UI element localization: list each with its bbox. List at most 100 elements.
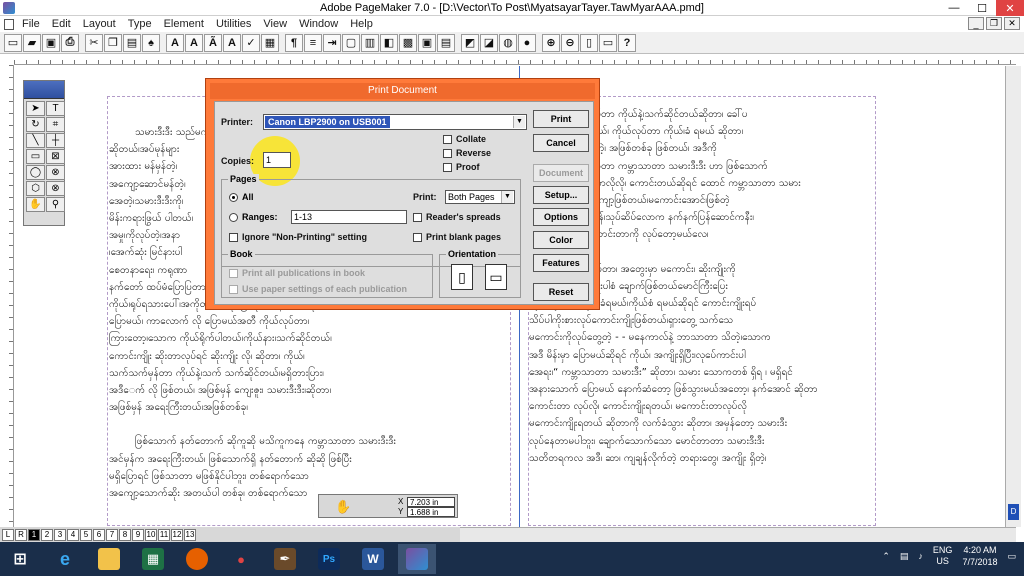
minimize-button[interactable]: — (940, 0, 968, 16)
chevron-down-icon[interactable]: ▼ (513, 116, 525, 128)
doc-close-button[interactable]: ✕ (1004, 17, 1020, 30)
cancel-button[interactable]: Cancel (533, 134, 589, 152)
start-button[interactable]: ⊞ (0, 544, 40, 574)
firefox-icon[interactable] (178, 544, 216, 574)
proof-checkbox[interactable]: Proof (443, 162, 480, 172)
polygon-tool-icon[interactable]: ⬡ (26, 181, 45, 196)
check-spelling-icon[interactable]: ✓ (242, 33, 260, 52)
help-icon[interactable]: ? (618, 33, 636, 52)
page-tab[interactable]: 3 (54, 528, 66, 541)
line-tool-icon[interactable]: ╲ (26, 133, 45, 148)
notifications-icon[interactable]: ▭ (1007, 551, 1016, 562)
color-icon[interactable]: ◍ (499, 33, 517, 52)
rotate-tool-icon[interactable]: ↻ (26, 117, 45, 132)
doc-minimize-button[interactable]: _ (968, 17, 984, 30)
rectangle-frame-tool-icon[interactable]: ⊠ (46, 149, 65, 164)
menu-type[interactable]: Type (128, 18, 152, 30)
maximize-button[interactable]: ☐ (968, 0, 996, 16)
columns-icon[interactable]: ▥ (361, 33, 379, 52)
internet-explorer-icon[interactable]: e (46, 544, 84, 574)
menu-layout[interactable]: Layout (83, 18, 116, 30)
page-tab[interactable]: 10 (145, 528, 157, 541)
photoshop-icon[interactable]: Ps (310, 544, 348, 574)
hand-tool-icon[interactable]: ✋ (26, 197, 45, 212)
group-icon[interactable]: ▩ (399, 33, 417, 52)
joystick-icon[interactable]: ● (222, 544, 260, 574)
ellipse-frame-tool-icon[interactable]: ⊗ (46, 165, 65, 180)
ignore-nonprinting-checkbox[interactable]: Ignore "Non-Printing" setting (229, 232, 367, 242)
volume-icon[interactable]: ♪ (918, 551, 923, 561)
pagemaker-taskbar-icon[interactable] (398, 544, 436, 574)
pointer-tool-icon[interactable]: ➤ (26, 101, 45, 116)
text-size-icon[interactable]: A (185, 33, 203, 52)
horizontal-scrollbar[interactable] (460, 527, 1016, 542)
page-tab[interactable]: 12 (171, 528, 183, 541)
rectangle-tool-icon[interactable]: ▭ (26, 149, 45, 164)
portrait-icon[interactable]: ▯ (451, 264, 473, 290)
reverse-checkbox[interactable]: Reverse (443, 148, 491, 158)
polygon-frame-tool-icon[interactable]: ⊗ (46, 181, 65, 196)
page-tab[interactable]: 9 (132, 528, 144, 541)
options-button[interactable]: Options (533, 208, 589, 226)
page-tab-left-master[interactable]: L (2, 528, 14, 541)
page-jump-icon[interactable]: D (1008, 504, 1019, 520)
zoom-out-icon[interactable]: ⊖ (561, 33, 579, 52)
mask-icon[interactable]: ◧ (380, 33, 398, 52)
page-tab[interactable]: 11 (158, 528, 170, 541)
page-tab[interactable]: 1 (28, 528, 40, 541)
copies-input[interactable]: 1 (263, 152, 291, 168)
menu-help[interactable]: Help (350, 18, 373, 30)
file-explorer-icon[interactable] (90, 544, 128, 574)
page-tab-right-master[interactable]: R (15, 528, 27, 541)
print-blank-pages-checkbox[interactable]: Print blank pages (413, 232, 501, 242)
wrap-icon[interactable]: ▤ (437, 33, 455, 52)
page-tab[interactable]: 7 (106, 528, 118, 541)
page-tab[interactable]: 2 (41, 528, 53, 541)
indent-icon[interactable]: ⇥ (323, 33, 341, 52)
color-button[interactable]: Color (533, 231, 589, 249)
fit-window-icon[interactable]: ▭ (599, 33, 617, 52)
menu-element[interactable]: Element (164, 18, 204, 30)
crop-tool-icon[interactable]: ⌗ (46, 117, 65, 132)
reset-button[interactable]: Reset (533, 283, 589, 301)
chevron-down-icon[interactable]: ▼ (501, 191, 513, 203)
new-file-icon[interactable]: ▭ (4, 33, 22, 52)
print-icon[interactable]: ⎙ (61, 33, 79, 52)
language-indicator[interactable]: ENG US (933, 545, 953, 567)
print-pages-select[interactable]: Both Pages ▼ (445, 190, 515, 204)
vertical-scrollbar[interactable]: D (1005, 66, 1021, 527)
cut-icon[interactable]: ✂ (85, 33, 103, 52)
paragraph-icon[interactable]: ¶ (285, 33, 303, 52)
menu-window[interactable]: Window (299, 18, 338, 30)
text-tool-icon[interactable]: T (46, 101, 65, 116)
page-tab[interactable]: 4 (67, 528, 79, 541)
superscript-icon[interactable]: A (223, 33, 241, 52)
menu-utilities[interactable]: Utilities (216, 18, 251, 30)
document-icon[interactable] (4, 18, 14, 30)
image-icon[interactable]: ◩ (461, 33, 479, 52)
globe-icon[interactable]: ● (518, 33, 536, 52)
save-icon[interactable]: ▣ (42, 33, 60, 52)
plugin-icon[interactable]: ◪ (480, 33, 498, 52)
find-icon[interactable]: ♠ (142, 33, 160, 52)
page-tab[interactable]: 13 (184, 528, 196, 541)
menu-edit[interactable]: Edit (52, 18, 71, 30)
page-tab[interactable]: 6 (93, 528, 105, 541)
collate-checkbox[interactable]: Collate (443, 134, 486, 144)
ellipse-tool-icon[interactable]: ◯ (26, 165, 45, 180)
setup-button[interactable]: Setup... (533, 186, 589, 204)
clock[interactable]: 4:20 AM 7/7/2018 (962, 544, 997, 568)
readers-spreads-checkbox[interactable]: Reader's spreads (413, 212, 501, 222)
x-coordinate-field[interactable]: 7.203 in (407, 497, 455, 507)
features-button[interactable]: Features (533, 254, 589, 272)
dialog-title[interactable]: Print Document (210, 83, 595, 99)
zoom-tool-icon[interactable]: ⚲ (46, 197, 65, 212)
font-icon[interactable]: A (166, 33, 184, 52)
actual-size-icon[interactable]: ▯ (580, 33, 598, 52)
paste-icon[interactable]: ▤ (123, 33, 141, 52)
lock-icon[interactable]: ▣ (418, 33, 436, 52)
vector-app-icon[interactable]: ✒ (266, 544, 304, 574)
hand-icon[interactable]: ✋ (335, 499, 351, 515)
close-button[interactable]: ✕ (996, 0, 1024, 16)
excel-icon[interactable]: ▦ (134, 544, 172, 574)
